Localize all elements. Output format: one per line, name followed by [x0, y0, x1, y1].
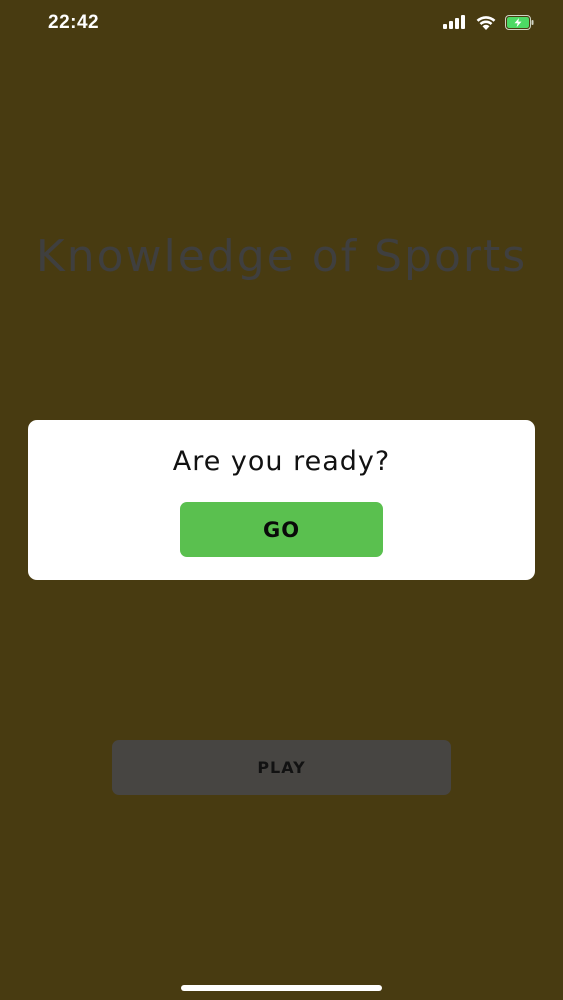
- go-button[interactable]: GO: [180, 502, 383, 557]
- battery-charging-icon: [505, 14, 535, 30]
- play-button[interactable]: PLAY: [112, 740, 451, 795]
- status-time: 22:42: [48, 12, 100, 33]
- status-icons: [443, 14, 535, 30]
- wifi-icon: [475, 14, 497, 30]
- ready-dialog: Are you ready? GO: [28, 420, 535, 580]
- signal-icon: [443, 15, 467, 29]
- dialog-message: Are you ready?: [172, 446, 391, 477]
- home-indicator[interactable]: [181, 985, 382, 991]
- app-title: Knowledge of Sports: [35, 231, 528, 282]
- status-bar: 22:42: [0, 0, 563, 50]
